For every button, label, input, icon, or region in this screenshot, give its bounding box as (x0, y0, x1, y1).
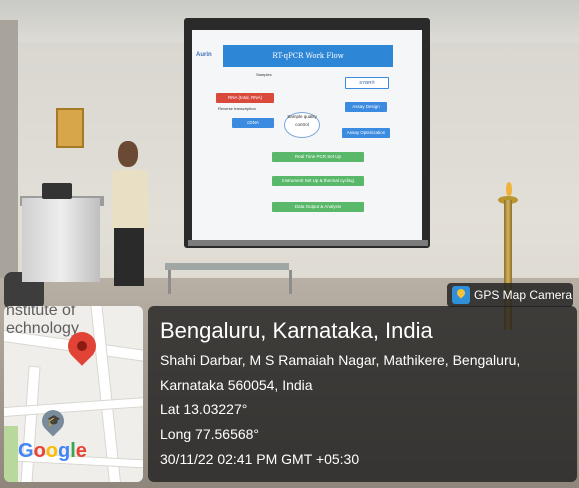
gps-camera-label: GPS Map Camera (474, 288, 573, 302)
google-logo: Google (18, 440, 87, 463)
google-logo-o1: o (33, 440, 46, 462)
presenter-head (118, 141, 138, 167)
left-wall (0, 20, 18, 280)
google-logo-g2: g (58, 440, 71, 462)
map-road (4, 396, 143, 418)
slide-realtime-setup: Real Time PCR Set Up (272, 152, 364, 162)
address-line-2: Karnataka 560054, India (160, 377, 313, 393)
glass-table-legs (168, 270, 292, 294)
slide-quality-control: Sample quality control (284, 112, 320, 138)
slide-sybr-box: SYBR® (345, 77, 389, 89)
slide-reverse-transcription: Reverse transcription (218, 106, 256, 111)
presenter-body (112, 170, 148, 230)
timestamp-text: 30/11/22 02:41 PM GMT +05:30 (160, 451, 360, 467)
slide-samples-label: Samples (256, 72, 272, 77)
wall-frame (56, 108, 84, 148)
google-logo-e: e (75, 440, 87, 462)
longitude-text: Long 77.56568° (160, 426, 260, 442)
google-logo-o2: o (45, 440, 58, 462)
map-road (89, 306, 123, 482)
slide-cdna-box: cDNA (232, 118, 274, 128)
lectern (22, 198, 100, 282)
address-line-1: Shahi Darbar, M S Ramaiah Nagar, Mathike… (160, 352, 521, 368)
projection-screen-bar (188, 240, 428, 246)
oil-lamp-flame (506, 182, 512, 196)
map-park-area (4, 426, 18, 482)
map-label-top: nstitute of (6, 306, 76, 319)
presenter-legs (114, 228, 144, 286)
glass-table (165, 263, 289, 270)
map-road (19, 365, 41, 482)
slide-instrument-setup: Instrument Set Up & thermal cycling (272, 176, 364, 186)
graduation-cap-glyph: 🎓 (47, 415, 61, 427)
map-pin-dot (77, 341, 87, 351)
slide-logo: Aurin (196, 52, 212, 58)
slide-title: RT-qPCR Work Flow (223, 45, 393, 67)
slide-rna-box: RNA (total, RNA) (216, 93, 274, 103)
laptop (42, 183, 72, 199)
location-title: Bengaluru, Karnataka, India (160, 318, 433, 343)
slide-assay-optimization: Assay Optimization (342, 128, 390, 138)
latitude-text: Lat 13.03227° (160, 401, 248, 417)
slide-data-output: Data Output & Analysis (272, 202, 364, 212)
slide-assay-design: Assay Design (345, 102, 387, 112)
google-logo-g1: G (18, 440, 34, 462)
location-map: nstitute of echnology 🎓 Google (4, 306, 143, 482)
map-label-mid: echnology (6, 320, 79, 337)
